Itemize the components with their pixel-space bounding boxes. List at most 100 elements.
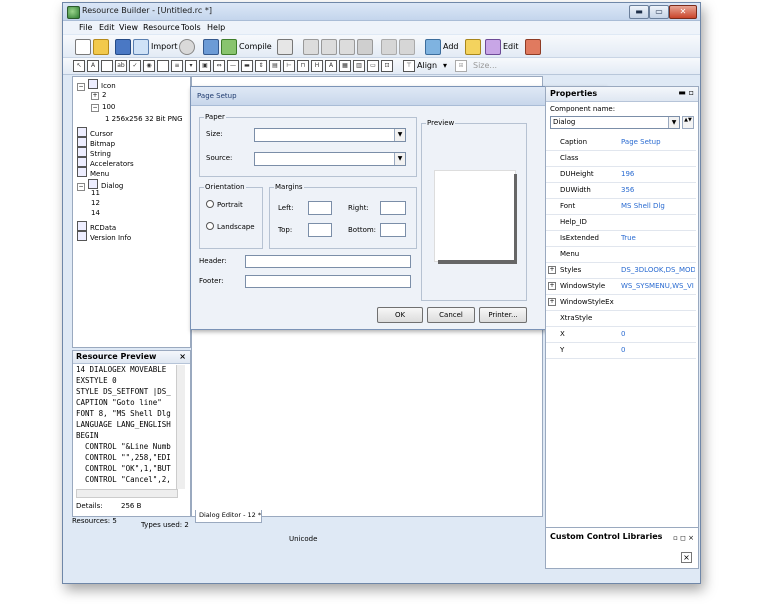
maximize-button[interactable]: ▭ (649, 5, 669, 19)
search-icon[interactable] (179, 39, 195, 55)
tab-tool-icon[interactable]: ⊓ (297, 60, 309, 72)
left-margin-input[interactable] (308, 201, 332, 215)
property-value[interactable]: 0 (621, 346, 695, 354)
import-icon[interactable] (133, 39, 149, 55)
ok-button[interactable]: OK (377, 307, 423, 323)
collapse-icon[interactable]: − (77, 83, 85, 91)
property-row[interactable]: Class (546, 151, 696, 167)
expand-icon[interactable]: + (548, 282, 556, 290)
property-row[interactable]: + WindowStyleEx (546, 295, 696, 311)
component-select[interactable]: Dialog ▼ (550, 116, 680, 129)
groupbox-tool-icon[interactable] (157, 60, 169, 72)
printer-button[interactable]: Printer... (479, 307, 527, 323)
paste-icon[interactable] (339, 39, 355, 55)
pin-icon[interactable]: ▬ ▫ (678, 88, 694, 97)
compile-icon[interactable] (221, 39, 237, 55)
add-button[interactable]: Add (443, 42, 459, 51)
property-row[interactable]: Font MS Shell Dlg (546, 199, 696, 215)
top-margin-input[interactable] (308, 223, 332, 237)
listbox-tool-icon[interactable]: ≡ (171, 60, 183, 72)
property-row[interactable]: Caption Page Setup (546, 135, 696, 151)
property-row[interactable]: Y0 (546, 343, 696, 359)
static-text-tool-icon[interactable]: A (87, 60, 99, 72)
progress-tool-icon[interactable]: ▬ (241, 60, 253, 72)
tree-item[interactable]: +2 (91, 91, 106, 100)
minimize-button[interactable]: ▬ (629, 5, 649, 19)
chevron-down-icon[interactable]: ▼ (394, 129, 405, 141)
button-tool-icon[interactable] (101, 60, 113, 72)
save-icon[interactable] (115, 39, 131, 55)
new-file-icon[interactable] (75, 39, 91, 55)
custom-tool-icon[interactable]: ⊡ (381, 60, 393, 72)
menu-view[interactable]: View (119, 23, 138, 32)
ip-tool-icon[interactable]: ▭ (367, 60, 379, 72)
copy-icon[interactable] (321, 39, 337, 55)
redo-icon[interactable] (399, 39, 415, 55)
panel-controls-icon[interactable]: ▫ ◻ × (673, 534, 694, 542)
collapse-icon[interactable]: − (91, 104, 99, 112)
tree-item[interactable]: Menu (77, 167, 109, 178)
tree-item[interactable]: 11 (91, 189, 100, 197)
collapse-icon[interactable]: − (77, 183, 85, 191)
property-value[interactable]: 356 (621, 186, 695, 194)
footer-input[interactable] (245, 275, 411, 288)
property-row[interactable]: DUWidth 356 (546, 183, 696, 199)
listview-tool-icon[interactable]: ▤ (269, 60, 281, 72)
property-value[interactable]: 196 (621, 170, 695, 178)
menu-edit[interactable]: Edit (99, 23, 115, 32)
chevron-down-icon[interactable]: ▼ (668, 117, 679, 128)
delete-icon[interactable] (357, 39, 373, 55)
property-row[interactable]: Help_ID (546, 215, 696, 231)
property-value[interactable]: WS_SYSMENU,WS_VI (621, 282, 695, 290)
property-value[interactable]: DS_3DLOOK,DS_MOD (621, 266, 695, 274)
close-icon[interactable]: × (179, 352, 186, 361)
header-input[interactable] (245, 255, 411, 268)
tree-item[interactable]: 12 (91, 199, 100, 207)
property-value[interactable]: True (621, 234, 695, 242)
property-row[interactable]: + WindowStyle WS_SYSMENU,WS_VI (546, 279, 696, 295)
print-icon[interactable] (277, 39, 293, 55)
bottom-margin-input[interactable] (380, 223, 406, 237)
month-tool-icon[interactable]: ▥ (353, 60, 365, 72)
property-value[interactable]: MS Shell Dlg (621, 202, 695, 210)
compile-button[interactable]: Compile (239, 42, 272, 51)
richedit-tool-icon[interactable]: A (325, 60, 337, 72)
cut-icon[interactable] (303, 39, 319, 55)
source-combo[interactable]: ▼ (254, 152, 406, 166)
property-row[interactable]: IsExtended True (546, 231, 696, 247)
radio-tool-icon[interactable]: ◉ (143, 60, 155, 72)
property-value[interactable]: Page Setup (621, 138, 695, 146)
landscape-radio[interactable]: Landscape (206, 222, 255, 231)
close-button[interactable]: ✕ (669, 5, 697, 19)
add-resource-icon[interactable] (425, 39, 441, 55)
cancel-button[interactable]: Cancel (427, 307, 475, 323)
pencil-icon[interactable] (465, 39, 481, 55)
tree-item[interactable]: 1 256x256 32 Bit PNG (105, 115, 183, 123)
align-button[interactable]: Align (417, 61, 437, 70)
date-tool-icon[interactable]: ▦ (339, 60, 351, 72)
expand-icon[interactable]: + (91, 92, 99, 100)
spin-tool-icon[interactable]: ⇕ (255, 60, 267, 72)
pointer-tool-icon[interactable]: ↖ (73, 60, 85, 72)
tree-item[interactable]: Version Info (77, 231, 131, 242)
size-combo[interactable]: ▼ (254, 128, 406, 142)
right-margin-input[interactable] (380, 201, 406, 215)
tree-item[interactable]: −100 (91, 103, 115, 112)
animate-tool-icon[interactable]: H (311, 60, 323, 72)
property-row[interactable]: Menu (546, 247, 696, 263)
property-value[interactable]: 0 (621, 330, 695, 338)
property-row[interactable]: DUHeight 196 (546, 167, 696, 183)
expand-icon[interactable]: + (548, 266, 556, 274)
property-row[interactable]: + Styles DS_3DLOOK,DS_MOD (546, 263, 696, 279)
sort-spinner-icon[interactable]: ▲▼ (682, 116, 694, 129)
image-tool-icon[interactable]: ▣ (199, 60, 211, 72)
menu-resource[interactable]: Resource (143, 23, 180, 32)
build-icon[interactable] (203, 39, 219, 55)
options-icon[interactable] (525, 39, 541, 55)
edit-button[interactable]: Edit (503, 42, 519, 51)
align-icon[interactable]: ⊤ (403, 60, 415, 72)
edit-icon[interactable] (485, 39, 501, 55)
portrait-radio[interactable]: Portrait (206, 200, 243, 209)
chevron-down-icon[interactable]: ▼ (394, 153, 405, 165)
menu-file[interactable]: File (79, 23, 92, 32)
